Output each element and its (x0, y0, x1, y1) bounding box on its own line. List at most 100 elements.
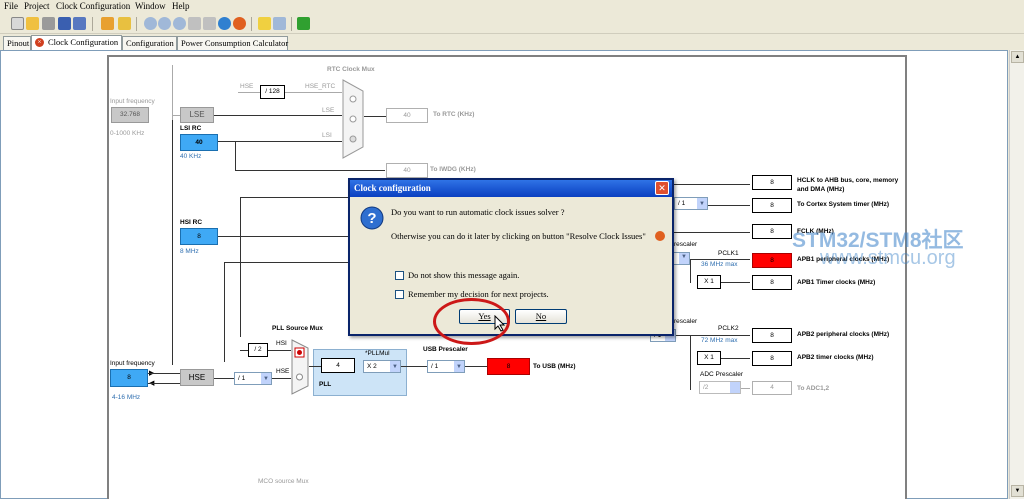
fit-icon[interactable] (173, 17, 186, 30)
new-project-icon[interactable] (11, 17, 24, 30)
do-not-show-label: Do not show this message again. (408, 270, 520, 280)
search-icon[interactable] (273, 17, 286, 30)
dialog-title: Clock configuration (354, 183, 431, 193)
wire (690, 259, 750, 260)
rtc-clock-mux (342, 79, 364, 159)
toolbar-separator (291, 17, 292, 31)
to-rtc-label: To RTC (KHz) (433, 111, 475, 118)
zoom-in-icon[interactable] (144, 17, 157, 30)
tab-bar: Pinout × Clock Configuration Configurati… (0, 35, 1024, 50)
hse-input-field[interactable]: 8 (110, 369, 148, 387)
wire (674, 184, 750, 185)
adc-output-box: 4 (752, 381, 792, 395)
cortex-label: To Cortex System timer (MHz) (797, 201, 889, 208)
scroll-up-icon[interactable]: ▲ (1011, 51, 1024, 63)
do-not-show-checkbox[interactable] (395, 271, 404, 280)
apb2-timer-output-box: 8 (752, 351, 792, 366)
pllmul-label: *PLLMul (365, 350, 390, 357)
rtc-clock-mux-label: RTC Clock Mux (327, 66, 375, 73)
no-button[interactable]: No (515, 309, 567, 324)
scroll-down-icon[interactable]: ▼ (1011, 485, 1024, 497)
hse-div128-box[interactable]: / 128 (260, 85, 285, 99)
zoom-out-icon[interactable] (158, 17, 171, 30)
menu-clock-configuration[interactable]: Clock Configuration (56, 1, 130, 11)
wire (218, 236, 350, 237)
tab-power-consumption-calculator[interactable]: Power Consumption Calculator (177, 36, 288, 50)
tab-pinout[interactable]: Pinout (3, 36, 31, 50)
close-tab-icon[interactable]: × (35, 38, 44, 47)
pllmul-dropdown[interactable]: X 2 ▼ (363, 360, 401, 373)
tab-clock-configuration[interactable]: × Clock Configuration (31, 35, 122, 50)
svg-text:?: ? (367, 210, 376, 227)
ahb-prescaler-dropdown[interactable]: / 1 ▼ (674, 197, 708, 210)
hse-oscillator-box[interactable]: HSE (180, 369, 214, 386)
hsi-pll-input-label: HSI (276, 340, 287, 347)
copy-icon[interactable] (42, 17, 55, 30)
vertical-scrollbar[interactable]: ▲ ▼ (1009, 50, 1024, 499)
menu-window[interactable]: Window (135, 1, 166, 11)
pll-label: PLL (319, 381, 332, 388)
wire (309, 366, 321, 367)
usb-prescaler-value: / 1 (431, 363, 439, 370)
menu-project[interactable]: Project (24, 1, 50, 11)
watermark-url: www.stmcu.org (820, 247, 956, 269)
toolbar-separator (92, 17, 93, 31)
wire (235, 170, 385, 171)
open-folder-icon[interactable] (26, 17, 39, 30)
close-icon[interactable]: ✕ (655, 181, 669, 195)
dialog-titlebar[interactable]: Clock configuration (350, 180, 672, 197)
wire (721, 282, 750, 283)
pll-source-mux (291, 339, 309, 395)
hsi-rc-label: HSI RC (180, 219, 203, 226)
wire (224, 262, 225, 362)
apb2-prescaler-label: rescaler (674, 318, 698, 325)
usb-output-box: 8 (487, 358, 530, 375)
lsi-rc-box[interactable]: 40 (180, 134, 218, 151)
redo-icon[interactable] (203, 17, 216, 30)
apb2-timer-label: APB2 timer clocks (MHz) (797, 354, 874, 361)
save-as-icon[interactable] (73, 17, 86, 30)
bus-line (172, 120, 173, 365)
adc-prescaler-label: ADC Prescaler (700, 371, 743, 378)
lsi-frequency-label: 40 KHz (180, 153, 202, 160)
hse-input-frequency-label: Input frequency (110, 360, 155, 367)
menu-help[interactable]: Help (172, 1, 190, 11)
adc-prescaler-dropdown[interactable]: /2 (699, 381, 741, 394)
hse-label: HSE (240, 83, 254, 90)
apb1-peripheral-output-box: 8 (752, 253, 792, 268)
pllmul-value: X 2 (367, 363, 377, 370)
hsi-frequency-label: 8 MHz (180, 248, 199, 255)
clock-configuration-dialog: Clock configuration ✕ ? Do you want to r… (348, 178, 674, 336)
lsi-input-label: LSI (322, 132, 332, 139)
remember-decision-checkbox[interactable] (395, 290, 404, 299)
wire (214, 378, 234, 379)
chevron-down-icon: ▼ (681, 254, 687, 260)
pll-input-field[interactable]: 4 (321, 358, 355, 373)
adc-prescaler-value: /2 (703, 384, 709, 391)
generate-code-icon[interactable] (118, 17, 131, 30)
generate-report-icon[interactable] (101, 17, 114, 30)
hse-pll-input-label: HSE (276, 368, 290, 375)
hsi-rc-box[interactable]: 8 (180, 228, 218, 245)
ahb-prescaler-value: / 1 (678, 200, 686, 207)
apb1-timer-output-box: 8 (752, 275, 792, 290)
download-icon[interactable] (297, 17, 310, 30)
wire (172, 115, 180, 116)
reset-icon[interactable] (218, 17, 231, 30)
apb1-timer-multiplier: X 1 (697, 275, 721, 289)
wire (465, 366, 487, 367)
resolve-clock-issues-icon[interactable] (233, 17, 246, 30)
hse-prescaler-dropdown[interactable]: / 1 ▼ (234, 372, 272, 385)
tab-configuration[interactable]: Configuration (122, 36, 177, 50)
lse-oscillator-box[interactable]: LSE (180, 107, 214, 123)
lse-input-frequency-label: Input frequency (110, 98, 155, 105)
lse-input-field[interactable]: 32.768 (111, 107, 149, 123)
to-iwdg-label: To IWDG (KHz) (430, 166, 476, 173)
toolbar-separator (251, 17, 252, 31)
fclk-output-box: 8 (752, 224, 792, 239)
save-icon[interactable] (58, 17, 71, 30)
usb-prescaler-dropdown[interactable]: / 1 ▼ (427, 360, 465, 373)
menu-file[interactable]: File (4, 1, 18, 11)
undo-icon[interactable] (188, 17, 201, 30)
help-icon[interactable] (258, 17, 271, 30)
